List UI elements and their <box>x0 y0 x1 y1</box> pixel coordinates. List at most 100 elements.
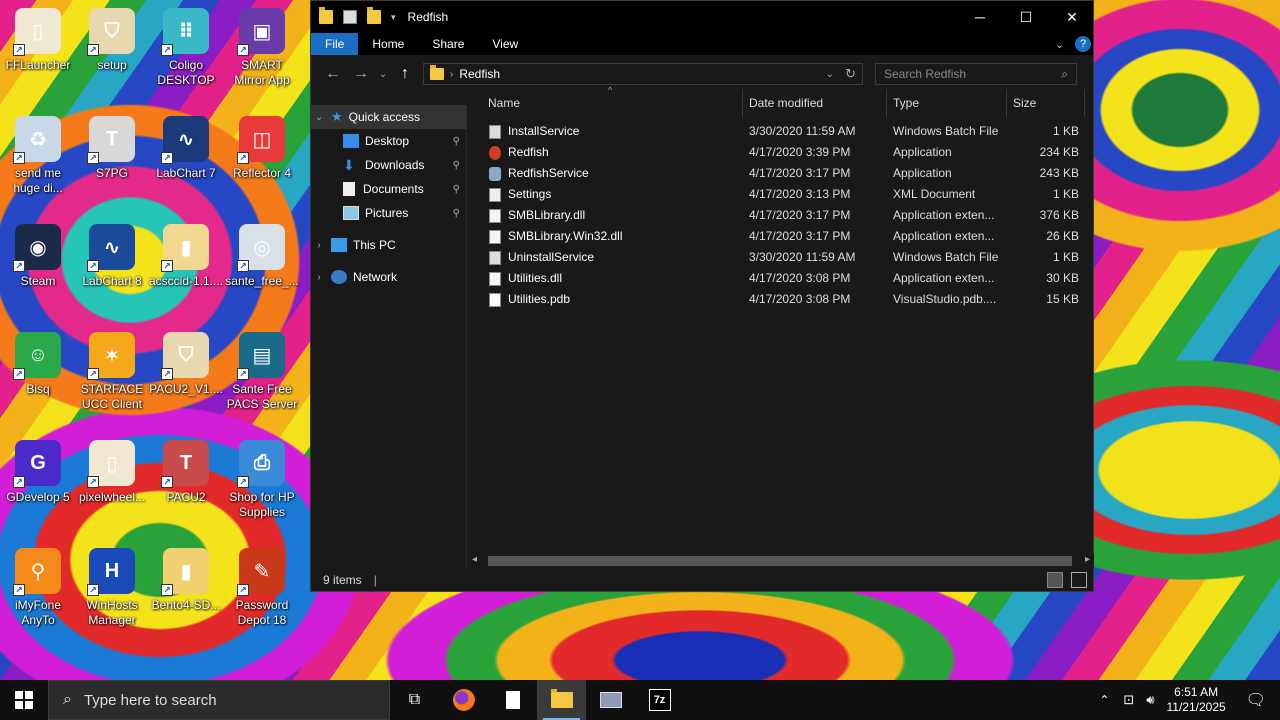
scrollbar-thumb[interactable] <box>488 556 1072 566</box>
nav-quick-access[interactable]: ⌄ ★ Quick access <box>311 105 466 129</box>
taskbar-firefox[interactable] <box>439 680 488 720</box>
desktop-icon-item[interactable]: ☺ ↗ Bisq <box>0 332 76 397</box>
volume-icon[interactable]: 🔊︎ <box>1146 692 1154 708</box>
app-icon: T ↗ <box>161 440 209 488</box>
taskbar-app[interactable] <box>586 680 635 720</box>
scroll-left-icon[interactable]: ◂ <box>472 554 477 565</box>
help-icon[interactable]: ? <box>1075 36 1091 52</box>
desktop-icon-label: iMyFone AnyTo <box>14 598 61 627</box>
network-icon[interactable]: ⊡ <box>1123 692 1134 708</box>
tab-share[interactable]: Share <box>418 33 478 55</box>
file-row[interactable]: Redfish 4/17/2020 3:39 PM Application 234 K… <box>468 142 1094 163</box>
show-hidden-icons-icon[interactable]: ⌃ <box>1099 693 1109 707</box>
forward-arrow-icon[interactable]: → <box>347 65 375 83</box>
tab-file[interactable]: File <box>311 33 359 55</box>
desktop-icon-item[interactable]: ♻ ↗ send me huge di... <box>0 116 76 196</box>
expand-ribbon-icon[interactable]: ⌄ <box>1055 38 1064 51</box>
maximize-button[interactable]: ☐ <box>1003 1 1049 33</box>
minimize-button[interactable]: ─ <box>957 1 1003 33</box>
task-view-button[interactable]: ⧉ <box>390 680 439 720</box>
nav-documents[interactable]: Documents ⚲ <box>311 177 466 201</box>
notifications-icon[interactable]: 🗨︎ <box>1246 690 1266 710</box>
nav-this-pc[interactable]: › This PC <box>311 233 466 257</box>
breadcrumb-chevron-icon[interactable]: › <box>450 69 453 80</box>
taskbar-search-box[interactable]: ⌕ Type here to search <box>48 680 390 720</box>
quick-access-toolbar-dropdown-icon[interactable]: ▾ <box>391 12 396 23</box>
tab-home[interactable]: Home <box>358 33 418 55</box>
nav-pictures[interactable]: Pictures ⚲ <box>311 201 466 225</box>
close-button[interactable]: ✕ <box>1049 1 1095 33</box>
desktop-icon-item[interactable]: ▤ ↗ Sante Free PACS Server <box>224 332 300 412</box>
column-size[interactable]: Size <box>1007 89 1085 117</box>
column-name[interactable]: Name <box>482 89 743 117</box>
search-input[interactable]: Search Redfish <box>884 67 966 81</box>
new-folder-icon[interactable] <box>367 7 381 24</box>
desktop-icon-item[interactable]: ⎙ ↗ Shop for HP Supplies <box>224 440 300 520</box>
column-type[interactable]: Type <box>887 89 1007 117</box>
desktop-icon-item[interactable]: T ↗ S7PG <box>74 116 150 181</box>
file-type: XML Document <box>893 187 976 201</box>
desktop-icon-item[interactable]: ⚲ ↗ iMyFone AnyTo <box>0 548 76 628</box>
collapse-chevron-icon[interactable]: ⌄ <box>311 112 327 123</box>
desktop-icon-item[interactable]: ▯ ↗ FFLauncher <box>0 8 76 73</box>
desktop-icon-item[interactable]: ◫ ↗ Reflector 4 <box>224 116 300 181</box>
nav-desktop[interactable]: Desktop ⚲ <box>311 129 466 153</box>
up-arrow-icon[interactable]: ↑ <box>391 65 419 83</box>
desktop-icon-item[interactable]: ▮ ↗ acsccid-1.1.... <box>148 224 224 289</box>
file-row[interactable]: SMBLibrary.Win32.dll 4/17/2020 3:17 PM App… <box>468 226 1094 247</box>
address-bar-row: ← → ⌄ ↑ › Redfish ⌄ ↻ Search Redfish ⌕ <box>311 55 1093 93</box>
file-row[interactable]: InstallService 3/30/2020 11:59 AM Windows … <box>468 121 1094 142</box>
taskbar-7zip[interactable]: 7z <box>635 680 684 720</box>
desktop-icon-item[interactable]: T ↗ PACU2 <box>148 440 224 505</box>
column-date-modified[interactable]: Date modified <box>743 89 887 117</box>
back-arrow-icon[interactable]: ← <box>319 65 347 83</box>
recent-locations-icon[interactable]: ⌄ <box>375 69 391 80</box>
breadcrumb-redfish[interactable]: Redfish <box>459 67 500 81</box>
details-view-icon[interactable] <box>1047 572 1063 588</box>
refresh-icon[interactable]: ↻ <box>845 66 856 82</box>
clock[interactable]: 6:51 AM 11/21/2025 <box>1167 685 1226 715</box>
desktop-icon-item[interactable]: ∿ ↗ LabChart 7 <box>148 116 224 181</box>
search-box[interactable]: Search Redfish ⌕ <box>875 63 1077 85</box>
desktop-icon-item[interactable]: H ↗ WinHosts Manager <box>74 548 150 628</box>
file-row[interactable]: Settings 4/17/2020 3:13 PM XML Document 1 K… <box>468 184 1094 205</box>
large-icons-view-icon[interactable] <box>1071 572 1087 588</box>
file-date: 3/30/2020 11:59 AM <box>749 124 856 138</box>
desktop-icon-item[interactable]: ✎ ↗ Password Depot 18 <box>224 548 300 628</box>
desktop-icon-item[interactable]: ✶ ↗ STARFACE UCC Client <box>74 332 150 412</box>
file-row[interactable]: UninstallService 3/30/2020 11:59 AM Window… <box>468 247 1094 268</box>
desktop-icon-item[interactable]: ∿ ↗ LabChart 8 <box>74 224 150 289</box>
taskbar-search-input[interactable]: Type here to search <box>84 692 217 709</box>
horizontal-scrollbar[interactable]: ◂ ▸ <box>468 553 1094 569</box>
desktop-icon-item[interactable]: ⛉ ↗ PACU2_V1.... <box>148 332 224 397</box>
properties-icon[interactable] <box>343 10 357 24</box>
app-window-icon <box>599 692 622 708</box>
file-row[interactable]: SMBLibrary.dll 4/17/2020 3:17 PM Applicati… <box>468 205 1094 226</box>
start-button[interactable] <box>0 680 48 720</box>
taskbar-file-explorer[interactable] <box>537 680 586 720</box>
expand-chevron-icon[interactable]: › <box>311 272 327 283</box>
scroll-right-icon[interactable]: ▸ <box>1085 554 1090 565</box>
file-row[interactable]: Utilities.dll 4/17/2020 3:08 PM Applicatio… <box>468 268 1094 289</box>
tab-view[interactable]: View <box>478 33 532 55</box>
desktop-icon-item[interactable]: ▣ ↗ SMART Mirror App <box>224 8 300 88</box>
shortcut-arrow-icon: ↗ <box>13 368 25 380</box>
nav-network[interactable]: › Network <box>311 265 466 289</box>
desktop-icon-item[interactable]: ⠿ ↗ Coligo DESKTOP <box>148 8 224 88</box>
expand-chevron-icon[interactable]: › <box>311 240 327 251</box>
address-bar[interactable]: › Redfish ⌄ ↻ <box>423 63 863 85</box>
desktop-icon-item[interactable]: ⛉ ↗ setup <box>74 8 150 73</box>
desktop-icon-item[interactable]: G ↗ GDevelop 5 <box>0 440 76 505</box>
desktop-icon-item[interactable]: ▮ ↗ Bento4-SD... <box>148 548 224 613</box>
taskbar-notepad[interactable] <box>488 680 537 720</box>
title-bar[interactable]: ▾ Redfish ─ ☐ ✕ <box>311 1 1093 33</box>
app-icon: ∿ ↗ <box>87 224 135 272</box>
nav-downloads[interactable]: ⬇ Downloads ⚲ <box>311 153 466 177</box>
file-row[interactable]: Utilities.pdb 4/17/2020 3:08 PM VisualStud… <box>468 289 1094 310</box>
desktop-icon-item[interactable]: ▯ ↗ pixelwheel... <box>74 440 150 505</box>
address-dropdown-icon[interactable]: ⌄ <box>826 69 834 80</box>
desktop-icon-item[interactable]: ◉ ↗ Steam <box>0 224 76 289</box>
desktop-icon-label: Steam <box>20 274 56 288</box>
file-row[interactable]: RedfishService 4/17/2020 3:17 PM Applicati… <box>468 163 1094 184</box>
desktop-icon-item[interactable]: ◎ ↗ sante_free_... <box>224 224 300 289</box>
